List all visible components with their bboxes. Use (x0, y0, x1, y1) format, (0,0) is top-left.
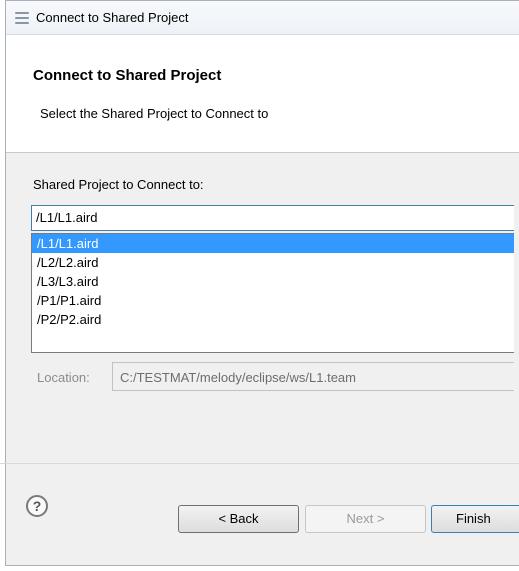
window-title: Connect to Shared Project (36, 10, 189, 25)
shared-project-combo[interactable]: /L1/L1.aird (31, 205, 514, 231)
dropdown-option[interactable]: /P2/P2.aird (32, 310, 514, 329)
title-bar: Connect to Shared Project (6, 1, 519, 35)
finish-button[interactable]: Finish (431, 505, 519, 533)
finish-button-label: Finish (456, 511, 491, 526)
dropdown-option[interactable]: /P1/P1.aird (32, 291, 514, 310)
shared-project-dropdown[interactable]: /L1/L1.aird /L2/L2.aird /L3/L3.aird /P1/… (31, 233, 514, 353)
help-icon[interactable]: ? (26, 495, 48, 517)
dropdown-option[interactable]: /L1/L1.aird (32, 234, 514, 253)
page-title: Connect to Shared Project (33, 67, 222, 84)
location-field: C:/TESTMAT/melody/eclipse/ws/L1.team (112, 362, 514, 391)
dropdown-option[interactable]: /L3/L3.aird (32, 272, 514, 291)
location-label: Location: (37, 370, 90, 385)
page-description: Select the Shared Project to Connect to (40, 106, 269, 121)
dropdown-option[interactable]: /L2/L2.aird (32, 253, 514, 272)
next-button-label: Next > (346, 511, 385, 526)
footer-separator (0, 463, 519, 464)
next-button[interactable]: Next > (305, 505, 426, 533)
shared-project-label: Shared Project to Connect to: (33, 177, 204, 192)
back-button[interactable]: < Back (178, 505, 299, 533)
back-button-label: < Back (218, 511, 259, 526)
wizard-header: Connect to Shared Project Select the Sha… (6, 35, 519, 153)
window-menu-icon[interactable] (15, 12, 29, 24)
